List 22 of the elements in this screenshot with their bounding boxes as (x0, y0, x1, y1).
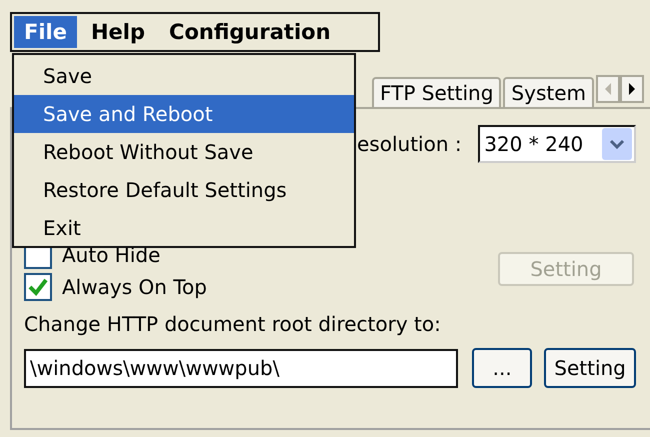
chevron-down-icon (609, 138, 625, 150)
tab[interactable]: System (503, 77, 594, 107)
checkmark-icon (27, 277, 49, 297)
browse-button[interactable]: ... (472, 348, 532, 388)
menu-item[interactable]: Save and Reboot (14, 95, 354, 133)
root-directory-label: Change HTTP document root directory to: (24, 312, 442, 336)
tab[interactable]: FTP Setting (372, 77, 502, 107)
checkbox-label: Always On Top (62, 275, 207, 299)
right-arrow-icon (627, 82, 637, 96)
menu-item[interactable]: Restore Default Settings (14, 171, 354, 209)
setting-button[interactable]: Setting (544, 348, 636, 388)
menu-item[interactable]: Reboot Without Save (14, 133, 354, 171)
left-arrow-icon (603, 82, 613, 96)
scroll-right-button[interactable] (620, 75, 644, 103)
menu-item[interactable]: Save (14, 57, 354, 95)
menu-bar-item[interactable]: File (14, 16, 77, 48)
resolution-label: esolution : (357, 132, 463, 156)
menu-bar-item[interactable]: Help (80, 16, 156, 48)
menu-bar-item[interactable]: Configuration (159, 16, 341, 48)
checkbox[interactable] (24, 273, 52, 301)
root-directory-field[interactable]: \windows\www\wwwpub\ (24, 348, 458, 388)
resolution-dropdown[interactable]: 320 * 240 (478, 125, 636, 163)
